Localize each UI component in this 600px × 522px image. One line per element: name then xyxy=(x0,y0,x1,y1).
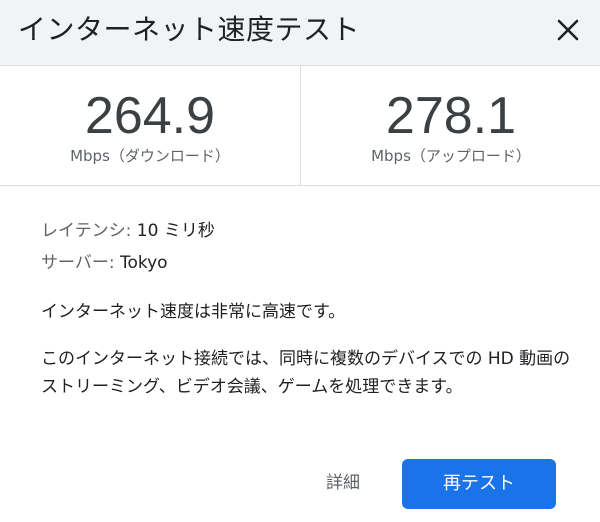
speed-summary: インターネット速度は非常に高速です。 xyxy=(41,302,346,322)
upload-speed-unit: Mbps（アップロード） xyxy=(371,147,531,165)
server-label: サーバー: xyxy=(41,253,115,273)
download-result: 264.9 Mbps（ダウンロード） xyxy=(0,66,300,185)
latency-label: レイテンシ: xyxy=(41,221,132,241)
server-row: サーバー: Tokyo xyxy=(41,251,168,275)
latency-row: レイテンシ: 10 ミリ秒 xyxy=(41,219,215,243)
details-button[interactable]: 詳細 xyxy=(326,471,360,495)
close-icon xyxy=(557,19,579,41)
dialog-header: インターネット速度テスト xyxy=(0,0,600,66)
latency-value: 10 ミリ秒 xyxy=(136,221,215,241)
speed-description: このインターネット接続では、同時に複数のデバイスでの HD 動画のストリーミング… xyxy=(41,349,571,397)
upload-speed-value: 278.1 xyxy=(385,87,517,145)
download-speed-value: 264.9 xyxy=(84,87,216,145)
retest-button[interactable]: 再テスト xyxy=(402,459,556,509)
dialog-title: インターネット速度テスト xyxy=(18,13,361,46)
download-speed-unit: Mbps（ダウンロード） xyxy=(70,147,230,165)
close-button[interactable] xyxy=(548,10,588,50)
speed-results: 264.9 Mbps（ダウンロード） 278.1 Mbps（アップロード） xyxy=(0,66,600,186)
vertical-divider xyxy=(300,66,301,185)
server-value: Tokyo xyxy=(119,253,168,273)
upload-result: 278.1 Mbps（アップロード） xyxy=(302,66,600,185)
